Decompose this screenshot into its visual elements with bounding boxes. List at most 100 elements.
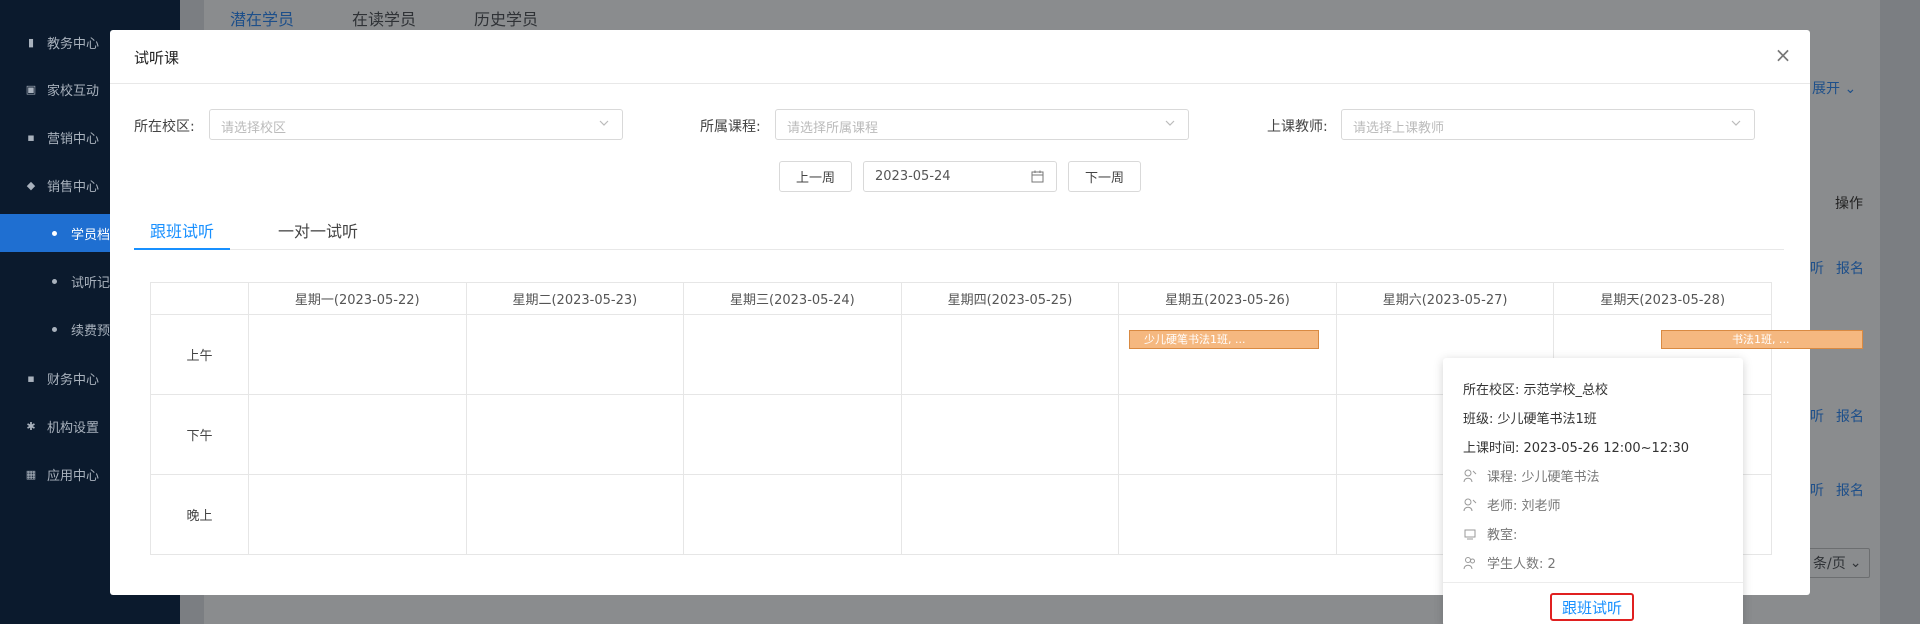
students-icon bbox=[1463, 556, 1475, 569]
sidebar-item-label: 家校互动 bbox=[47, 83, 100, 99]
course-label: 所属课程: bbox=[700, 119, 761, 135]
expand-link[interactable]: 展开 ⌄ bbox=[1812, 78, 1856, 98]
schedule-cell bbox=[900, 314, 1120, 395]
popover-teacher-row: 老师: 刘老师 bbox=[1463, 495, 1561, 514]
schedule-cell bbox=[465, 314, 685, 395]
class-event-sunday[interactable]: 书法1班, ... bbox=[1661, 330, 1863, 349]
popover-course: 课程: 少儿硬笔书法 bbox=[1487, 470, 1600, 485]
schedule-cell bbox=[900, 394, 1120, 475]
bullet-icon bbox=[52, 230, 57, 236]
schedule-cell bbox=[1118, 474, 1337, 555]
chat-icon: ▣ bbox=[25, 82, 37, 96]
bullet-icon bbox=[52, 326, 57, 332]
day-header: 星期四(2023-05-25) bbox=[900, 282, 1120, 315]
popover-students: 学生人数: 2 bbox=[1487, 557, 1556, 572]
book-icon: ▮ bbox=[27, 35, 35, 49]
modal-header: 试听课 × bbox=[110, 30, 1810, 84]
calendar-icon bbox=[1031, 170, 1044, 183]
class-detail-popover: 所在校区: 示范学校_总校 班级: 少儿硬笔书法1班 上课时间: 2023-05… bbox=[1443, 358, 1743, 624]
schedule-cell bbox=[248, 474, 467, 555]
operation-header: 操作 bbox=[1835, 196, 1863, 212]
tab-group-trial[interactable]: 跟班试听 bbox=[150, 218, 214, 242]
schedule-cell bbox=[248, 314, 467, 395]
chevron-down-icon bbox=[1731, 120, 1741, 126]
teacher-select[interactable]: 请选择上课教师 bbox=[1341, 109, 1755, 140]
prev-week-button[interactable]: 上一周 bbox=[779, 161, 852, 192]
course-icon bbox=[1463, 469, 1477, 482]
tab-history-students[interactable]: 历史学员 bbox=[474, 6, 538, 30]
teacher-icon bbox=[1463, 498, 1477, 511]
next-week-button[interactable]: 下一周 bbox=[1068, 161, 1141, 192]
row-action-enroll[interactable]: 报名 bbox=[1836, 406, 1864, 426]
page-size-select[interactable]: 条/页 ⌄ bbox=[1800, 548, 1870, 578]
tab-one-on-one-trial[interactable]: 一对一试听 bbox=[278, 218, 358, 242]
popover-class: 班级: 少儿硬笔书法1班 bbox=[1463, 412, 1597, 427]
user-sales-icon: ◆ bbox=[26, 178, 36, 192]
sidebar-item-label: 教务中心 bbox=[47, 36, 100, 52]
trial-class-modal: 试听课 × 所在校区: 请选择校区 所属课程: 请选择所属课程 上课教师: 请选… bbox=[110, 30, 1863, 624]
schedule-cell bbox=[900, 474, 1120, 555]
row-action-enroll[interactable]: 报名 bbox=[1836, 480, 1864, 500]
campus-label: 所在校区: bbox=[134, 119, 195, 135]
modal-title: 试听课 bbox=[134, 49, 180, 67]
schedule-cell bbox=[465, 394, 685, 475]
teacher-placeholder: 请选择上课教师 bbox=[1353, 121, 1445, 136]
tab-active-indicator bbox=[134, 248, 230, 250]
sidebar-item-label: 销售中心 bbox=[47, 179, 100, 195]
sidebar-subitem-label: 续费预 bbox=[71, 323, 111, 339]
tab-current-students[interactable]: 在读学员 bbox=[352, 6, 416, 30]
schedule-cell bbox=[683, 474, 902, 555]
schedule-cell bbox=[1118, 314, 1337, 395]
sidebar-item-label: 财务中心 bbox=[47, 372, 100, 388]
slot-label: 下午 bbox=[150, 394, 249, 475]
join-class-trial-button[interactable]: 跟班试听 bbox=[1550, 593, 1634, 621]
bullet-icon bbox=[52, 278, 57, 284]
day-header: 星期二(2023-05-23) bbox=[465, 282, 685, 315]
sidebar-subitem-label: 学员档 bbox=[71, 227, 111, 243]
schedule-cell bbox=[683, 314, 902, 395]
schedule-cell bbox=[683, 394, 902, 475]
course-select[interactable]: 请选择所属课程 bbox=[775, 109, 1189, 140]
week-date-value: 2023-05-24 bbox=[875, 169, 951, 184]
expand-label: 展开 bbox=[1812, 81, 1840, 97]
row-action-trial[interactable]: 听 bbox=[1810, 406, 1824, 426]
gear-icon: ✱ bbox=[26, 419, 36, 433]
chevron-down-icon: ⌄ bbox=[1849, 555, 1862, 571]
page-size-label: 条/页 bbox=[1813, 556, 1846, 572]
day-header: 星期五(2023-05-26) bbox=[1118, 282, 1337, 315]
wallet-icon: ▪ bbox=[27, 371, 35, 385]
sidebar-subitem-label: 试听记 bbox=[71, 275, 111, 291]
week-date-picker[interactable]: 2023-05-24 bbox=[863, 161, 1057, 192]
class-event-friday[interactable]: 少儿硬笔书法1班, ... bbox=[1129, 330, 1319, 349]
row-action-trial[interactable]: 听 bbox=[1810, 480, 1824, 500]
sidebar-item-label: 应用中心 bbox=[47, 468, 100, 484]
row-action-enroll[interactable]: 报名 bbox=[1836, 258, 1864, 278]
corner-cell bbox=[150, 282, 249, 315]
teacher-label: 上课教师: bbox=[1267, 119, 1328, 135]
row-action-trial[interactable]: 听 bbox=[1810, 258, 1824, 278]
popover-time: 上课时间: 2023-05-26 12:00~12:30 bbox=[1463, 441, 1690, 456]
classroom-icon bbox=[1464, 529, 1476, 539]
tab-potential-students[interactable]: 潜在学员 bbox=[230, 6, 294, 30]
day-header: 星期天(2023-05-28) bbox=[1553, 282, 1772, 315]
schedule-cell bbox=[465, 474, 685, 555]
campus-placeholder: 请选择校区 bbox=[221, 121, 287, 136]
popover-campus: 所在校区: 示范学校_总校 bbox=[1463, 383, 1609, 398]
day-header: 星期六(2023-05-27) bbox=[1335, 282, 1555, 315]
grid-icon: ▦ bbox=[25, 467, 37, 481]
slot-label: 晚上 bbox=[150, 474, 249, 555]
popover-room-row: 教室: bbox=[1463, 524, 1517, 543]
day-header: 星期一(2023-05-22) bbox=[248, 282, 467, 315]
slot-label: 上午 bbox=[150, 314, 249, 395]
close-icon[interactable]: × bbox=[1772, 44, 1794, 66]
schedule-cell bbox=[1118, 394, 1337, 475]
course-placeholder: 请选择所属课程 bbox=[787, 121, 879, 136]
chevron-down-icon bbox=[1165, 120, 1175, 126]
schedule-cell bbox=[248, 394, 467, 475]
tab-baseline bbox=[134, 249, 1784, 250]
popover-course-row: 课程: 少儿硬笔书法 bbox=[1463, 466, 1600, 485]
popover-divider bbox=[1443, 582, 1743, 583]
campus-select[interactable]: 请选择校区 bbox=[209, 109, 623, 140]
popover-teacher: 老师: 刘老师 bbox=[1487, 499, 1561, 514]
chevron-down-icon bbox=[599, 120, 609, 126]
